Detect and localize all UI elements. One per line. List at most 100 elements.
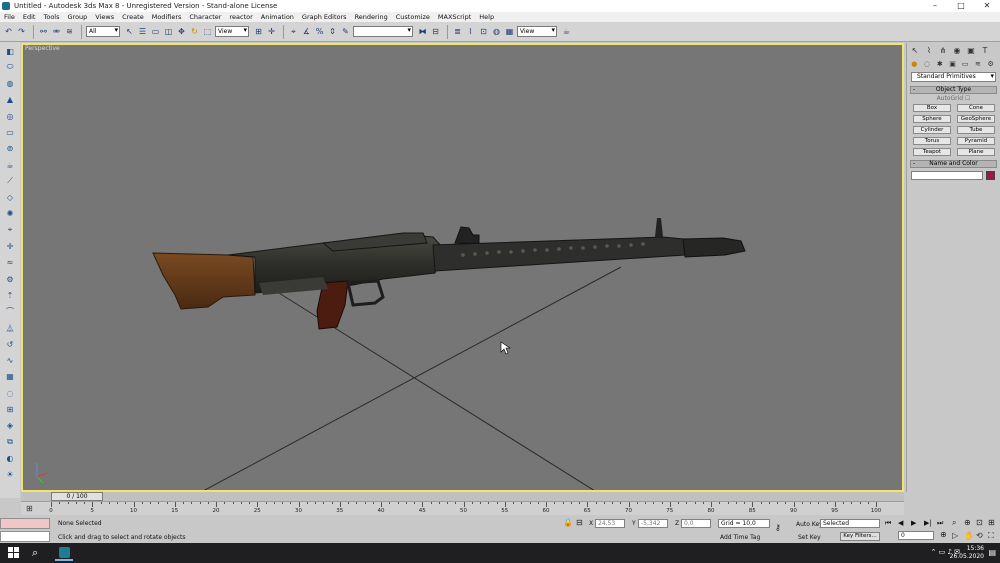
modify-taper-tool-icon[interactable]: ⏅: [4, 322, 16, 334]
angle-snap-icon[interactable]: ∡: [301, 26, 312, 38]
hierarchy-tab-icon[interactable]: ⋔: [937, 45, 949, 56]
create-helper-tool-icon[interactable]: ✛: [4, 241, 16, 253]
menu-tools[interactable]: Tools: [43, 13, 59, 21]
space-warps-category-icon[interactable]: ≋: [973, 59, 984, 69]
spinner-snap-icon[interactable]: ⇕: [327, 26, 338, 38]
reference-coordinate-select[interactable]: View: [215, 26, 249, 37]
window-crossing-icon[interactable]: ◫: [163, 26, 174, 38]
create-camera-tool-icon[interactable]: ⌖: [4, 224, 16, 236]
modify-skin-tool-icon[interactable]: ⧉: [4, 436, 16, 448]
named-selection-sets-select[interactable]: [353, 26, 413, 37]
modify-meshsmooth-tool-icon[interactable]: ◌: [4, 387, 16, 399]
create-shape-tool-icon[interactable]: ◇: [4, 192, 16, 204]
space-warp-tool-icon[interactable]: ≈: [4, 257, 16, 269]
object-type-rollout[interactable]: - Object Type: [910, 86, 997, 94]
render-type-select[interactable]: View: [517, 26, 557, 37]
previous-frame-icon[interactable]: ◀: [898, 519, 903, 527]
create-light-tool-icon[interactable]: ✺: [4, 208, 16, 220]
modify-noise-tool-icon[interactable]: ∿: [4, 355, 16, 367]
helpers-category-icon[interactable]: ▭: [960, 59, 971, 69]
go-to-end-icon[interactable]: ⏭: [937, 519, 943, 528]
minimize-button[interactable]: –: [922, 0, 948, 12]
teapot-button[interactable]: Teapot: [913, 148, 951, 156]
selection-filter-select[interactable]: All: [86, 26, 120, 37]
autogrid-checkbox[interactable]: AutoGrid ☐: [910, 95, 997, 102]
key-mode-select[interactable]: Selected: [820, 519, 880, 528]
key-mode-toggle-icon[interactable]: ⊕: [940, 530, 947, 539]
menu-rendering[interactable]: Rendering: [355, 13, 388, 21]
taskbar-3dsmax-app[interactable]: [55, 545, 73, 561]
search-icon[interactable]: ⌕: [32, 546, 38, 560]
set-key-button[interactable]: Set Key: [798, 534, 821, 541]
maximize-button[interactable]: □: [948, 0, 974, 12]
cylinder-button[interactable]: Cylinder: [913, 126, 951, 134]
lights-category-icon[interactable]: ✱: [934, 59, 945, 69]
name-and-color-rollout[interactable]: - Name and Color: [910, 160, 997, 168]
modify-morph-tool-icon[interactable]: ◐: [4, 452, 16, 464]
pan-view-icon[interactable]: ✋: [964, 531, 974, 540]
modify-twist-tool-icon[interactable]: ↺: [4, 338, 16, 350]
menu-customize[interactable]: Customize: [396, 13, 430, 21]
create-box-tool-icon[interactable]: ◧: [4, 45, 16, 57]
menu-graph-editors[interactable]: Graph Editors: [302, 13, 347, 21]
arc-rotate-icon[interactable]: ⟲: [976, 531, 983, 540]
material-editor-icon[interactable]: ◍: [491, 26, 502, 38]
menu-animation[interactable]: Animation: [261, 13, 294, 21]
rect-selection-icon[interactable]: ▭: [150, 26, 161, 38]
menu-create[interactable]: Create: [122, 13, 144, 21]
render-scene-icon[interactable]: ▦: [504, 26, 515, 38]
close-button[interactable]: ✕: [974, 0, 1000, 12]
track-bar[interactable]: ⊞ 0 5 10 15 20 25 30 35 40 45 50 55 60 65 70 75 80 85 90 95…: [21, 501, 904, 515]
modify-bend-tool-icon[interactable]: ⌒: [4, 306, 16, 318]
primitive-category-select[interactable]: Standard Primitives: [911, 72, 996, 82]
menu-group[interactable]: Group: [68, 13, 88, 21]
mirror-icon[interactable]: ⧓: [417, 26, 428, 38]
select-rotate-icon[interactable]: ↻: [189, 26, 200, 38]
zoom-all-icon[interactable]: ⊕: [964, 518, 971, 527]
select-object-icon[interactable]: ↖: [124, 26, 135, 38]
modify-tab-icon[interactable]: ⌇: [923, 45, 935, 56]
curve-editor-icon[interactable]: ⌇: [465, 26, 476, 38]
play-icon[interactable]: ▶: [911, 519, 916, 527]
pyramid-button[interactable]: Pyramid: [957, 137, 995, 145]
go-to-start-icon[interactable]: ⏮: [885, 519, 891, 528]
display-tab-icon[interactable]: ▣: [965, 45, 977, 56]
modify-uvw-tool-icon[interactable]: ⊞: [4, 404, 16, 416]
select-scale-icon[interactable]: ⬚: [202, 26, 213, 38]
pivot-center-icon[interactable]: ⊞: [253, 26, 264, 38]
create-cylinder-tool-icon[interactable]: ⬭: [4, 61, 16, 73]
menu-views[interactable]: Views: [95, 13, 114, 21]
object-color-swatch[interactable]: [986, 171, 995, 180]
menu-modifiers[interactable]: Modifiers: [152, 13, 182, 21]
object-name-input[interactable]: [911, 171, 983, 180]
create-teapot-tool-icon[interactable]: ☕: [4, 159, 16, 171]
perspective-viewport[interactable]: Perspective: [21, 43, 904, 492]
x-coord-field[interactable]: 24,53: [595, 519, 625, 528]
torus-button[interactable]: Torus: [913, 137, 951, 145]
unlink-icon[interactable]: ⚮: [51, 26, 62, 38]
zoom-extents-icon[interactable]: ⊡: [976, 518, 983, 527]
maximize-viewport-icon[interactable]: ⛶: [988, 531, 994, 541]
utilities-tab-icon[interactable]: T: [979, 45, 991, 56]
y-coord-field[interactable]: -5,342: [638, 519, 668, 528]
create-plane-tool-icon[interactable]: ▭: [4, 126, 16, 138]
maxscript-listener-mini[interactable]: [0, 518, 50, 529]
plane-button[interactable]: Plane: [957, 148, 995, 156]
auto-key-button[interactable]: Auto Key: [796, 521, 823, 528]
select-by-name-icon[interactable]: ☰: [137, 26, 148, 38]
time-slider-track[interactable]: 0 / 100: [21, 492, 904, 501]
cameras-category-icon[interactable]: ▣: [947, 59, 958, 69]
field-of-view-icon[interactable]: ▷: [952, 531, 958, 540]
shapes-category-icon[interactable]: ◌: [922, 59, 933, 69]
select-move-icon[interactable]: ✥: [176, 26, 187, 38]
create-torus-tool-icon[interactable]: ◎: [4, 110, 16, 122]
zoom-extents-all-icon[interactable]: ⊞: [988, 518, 995, 527]
align-icon[interactable]: ⊟: [430, 26, 441, 38]
select-manipulate-icon[interactable]: ✛: [266, 26, 277, 38]
systems-tool-icon[interactable]: ⚙: [4, 273, 16, 285]
geometry-category-icon[interactable]: ●: [909, 59, 920, 69]
taskbar-clock[interactable]: 15:36 26.05.2020: [950, 545, 984, 561]
create-line-tool-icon[interactable]: ⟋: [4, 175, 16, 187]
menu-help[interactable]: Help: [479, 13, 494, 21]
render-tool-icon[interactable]: ☀: [4, 469, 16, 481]
